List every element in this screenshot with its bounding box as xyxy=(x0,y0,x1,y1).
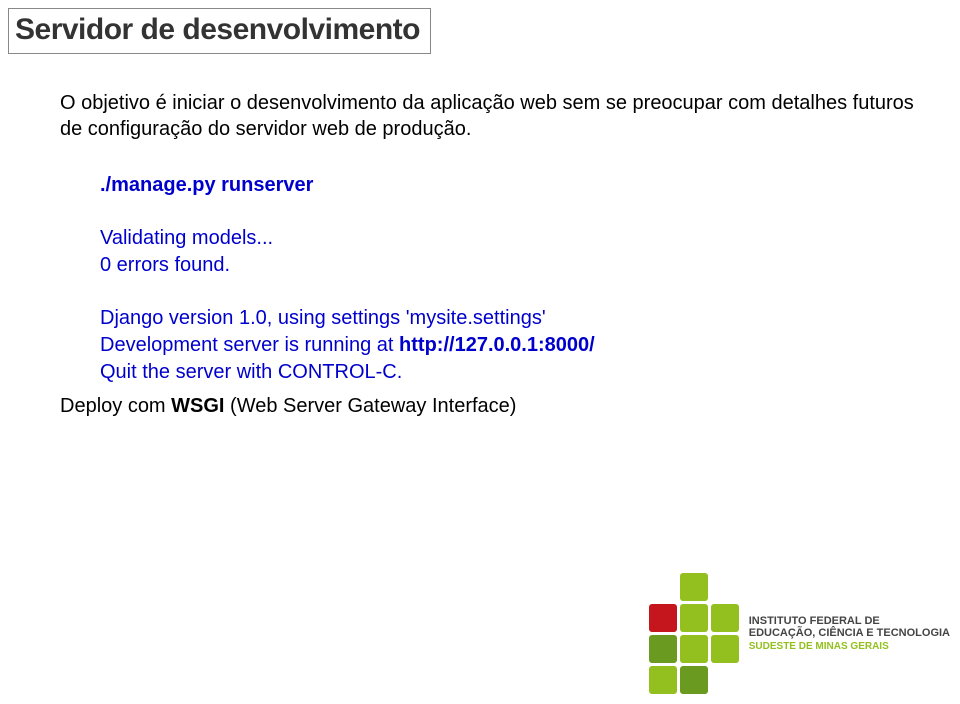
logo-line2: EDUCAÇÃO, CIÊNCIA E TECNOLOGIA xyxy=(749,627,950,639)
running-prefix: Development server is running at xyxy=(100,334,399,356)
running-url: http://127.0.0.1:8000/ xyxy=(399,334,595,356)
logo-line1: INSTITUTO FEDERAL DE xyxy=(749,615,950,627)
logo-text: INSTITUTO FEDERAL DE EDUCAÇÃO, CIÊNCIA E… xyxy=(749,615,950,652)
logo-line3: SUDESTE DE MINAS GERAIS xyxy=(749,641,950,652)
footer-post: (Web Server Gateway Interface) xyxy=(225,395,517,417)
content-area: O objetivo é iniciar o desenvolvimento d… xyxy=(60,90,920,386)
validating-line: Validating models... xyxy=(100,225,920,252)
footer-line: Deploy com WSGI (Web Server Gateway Inte… xyxy=(60,395,516,418)
slide-title: Servidor de desenvolvimento xyxy=(15,13,420,46)
running-line: Development server is running at http://… xyxy=(100,332,920,359)
footer-bold: WSGI xyxy=(171,395,224,417)
logo-squares xyxy=(649,573,739,694)
footer-pre: Deploy com xyxy=(60,395,171,417)
institution-logo: INSTITUTO FEDERAL DE EDUCAÇÃO, CIÊNCIA E… xyxy=(649,573,950,694)
intro-paragraph: O objetivo é iniciar o desenvolvimento d… xyxy=(60,90,920,142)
errors-line: 0 errors found. xyxy=(100,252,920,279)
quit-line: Quit the server with CONTROL-C. xyxy=(100,359,920,386)
version-line: Django version 1.0, using settings 'mysi… xyxy=(100,305,920,332)
slide-title-box: Servidor de desenvolvimento xyxy=(8,8,431,54)
command-line: ./manage.py runserver xyxy=(100,172,920,199)
code-block: ./manage.py runserver Validating models.… xyxy=(100,172,920,386)
